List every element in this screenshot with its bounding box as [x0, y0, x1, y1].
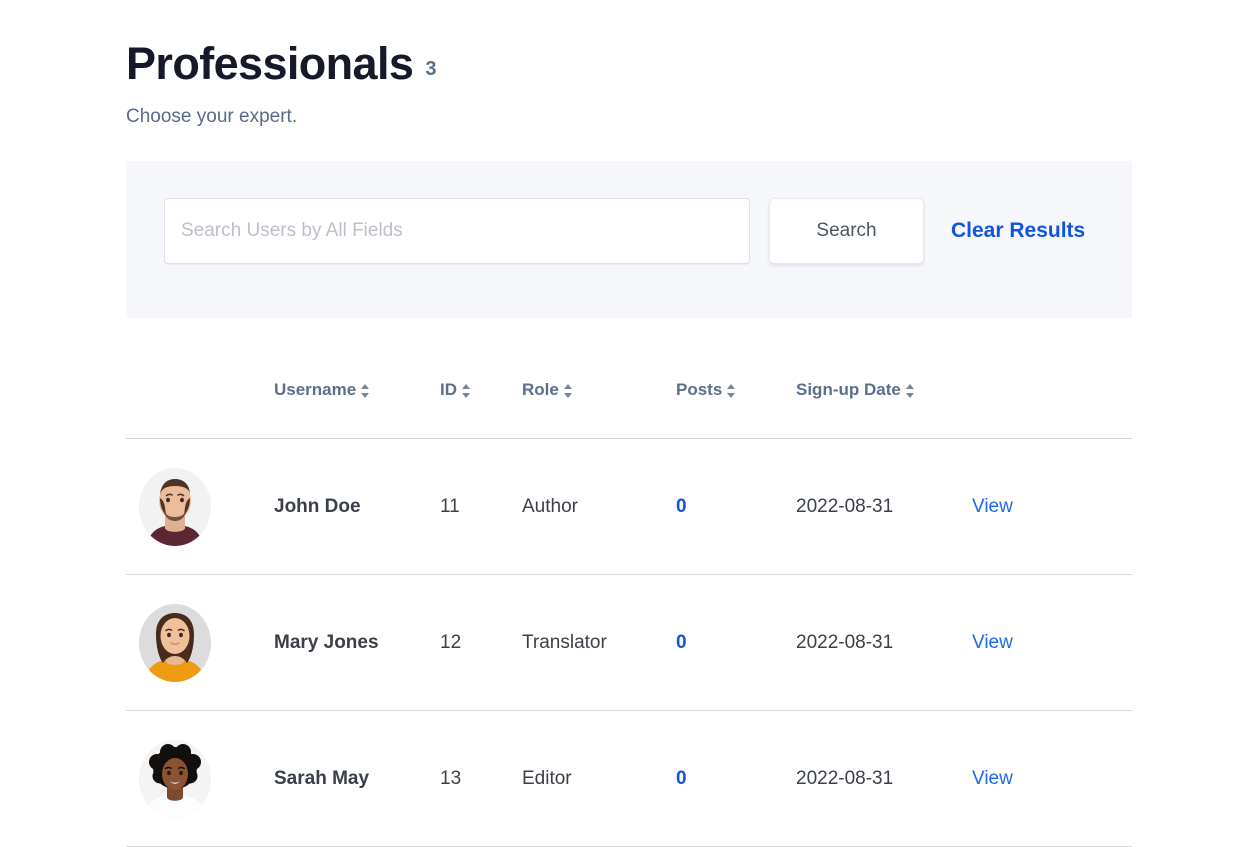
cell-username: Mary Jones [274, 574, 440, 711]
sort-arrows-icon [563, 384, 573, 398]
table-body: John Doe 11 Author 0 2022-08-31 View Mar… [126, 438, 1132, 847]
view-link[interactable]: View [972, 768, 1013, 789]
column-label-username: Username [274, 380, 357, 399]
cell-id: 13 [440, 710, 522, 847]
search-controls: Search Clear Results [164, 198, 1085, 264]
avatar-image [139, 603, 211, 682]
sort-arrows-icon [905, 384, 915, 398]
sort-arrows-icon [462, 384, 471, 398]
cell-avatar [126, 438, 274, 575]
users-table: Username ID Role Posts Sign-up Date John… [126, 360, 1132, 847]
cell-avatar [126, 710, 274, 847]
cell-signup-date: 2022-08-31 [796, 574, 972, 711]
sort-posts[interactable]: Posts [676, 380, 736, 400]
cell-action: View [972, 574, 1132, 711]
table-row: Sarah May 13 Editor 0 2022-08-31 View [126, 710, 1132, 847]
cell-action: View [972, 438, 1132, 575]
table-row: John Doe 11 Author 0 2022-08-31 View [126, 438, 1132, 575]
cell-signup-date: 2022-08-31 [796, 438, 972, 575]
column-header-action [972, 360, 1132, 439]
table-header-row: Username ID Role Posts Sign-up Date [126, 360, 1132, 439]
posts-link[interactable]: 0 [676, 632, 687, 653]
cell-posts: 0 [676, 574, 796, 711]
sort-arrows-icon [361, 384, 370, 398]
column-label-id: ID [440, 380, 457, 399]
search-button[interactable]: Search [769, 198, 924, 264]
sort-role[interactable]: Role [522, 380, 573, 400]
avatar-image [139, 739, 211, 818]
page-subtitle: Choose your expert. [126, 106, 298, 128]
search-panel: Search Clear Results [126, 161, 1132, 318]
sort-id[interactable]: ID [440, 380, 471, 400]
cell-avatar [126, 574, 274, 711]
table-row: Mary Jones 12 Translator 0 2022-08-31 Vi… [126, 574, 1132, 711]
user-count-badge: 3 [425, 58, 437, 80]
view-link[interactable]: View [972, 632, 1013, 653]
column-label-signup-date: Sign-up Date [796, 380, 901, 399]
avatar-image [139, 467, 211, 546]
clear-results-link[interactable]: Clear Results [951, 198, 1085, 264]
avatar-mary-jones [139, 603, 211, 682]
column-label-role: Role [522, 380, 559, 399]
avatar-john-doe [139, 467, 211, 546]
cell-id: 12 [440, 574, 522, 711]
column-header-role[interactable]: Role [522, 360, 676, 439]
professionals-page: Professionals 3 Choose your expert. Sear… [0, 0, 1253, 847]
cell-username: Sarah May [274, 710, 440, 847]
page-header: Professionals 3 Choose your expert. [126, 40, 1132, 130]
sort-signup-date[interactable]: Sign-up Date [796, 380, 915, 400]
column-header-username[interactable]: Username [274, 360, 440, 439]
sort-arrows-icon [727, 384, 736, 398]
table-header: Username ID Role Posts Sign-up Date [126, 360, 1132, 439]
cell-role: Author [522, 438, 676, 575]
cell-id: 11 [440, 438, 522, 575]
cell-posts: 0 [676, 438, 796, 575]
cell-signup-date: 2022-08-31 [796, 710, 972, 847]
column-header-signup-date[interactable]: Sign-up Date [796, 360, 972, 439]
page-title: Professionals [126, 38, 414, 89]
posts-link[interactable]: 0 [676, 496, 687, 517]
cell-role: Translator [522, 574, 676, 711]
posts-link[interactable]: 0 [676, 768, 687, 789]
view-link[interactable]: View [972, 496, 1013, 517]
column-label-posts: Posts [676, 380, 723, 399]
cell-posts: 0 [676, 710, 796, 847]
sort-username[interactable]: Username [274, 380, 370, 400]
title-row: Professionals 3 [126, 38, 1132, 89]
column-header-avatar [126, 360, 274, 439]
search-input[interactable] [164, 198, 750, 264]
column-header-id[interactable]: ID [440, 360, 522, 439]
cell-action: View [972, 710, 1132, 847]
cell-username: John Doe [274, 438, 440, 575]
cell-role: Editor [522, 710, 676, 847]
column-header-posts[interactable]: Posts [676, 360, 796, 439]
avatar-sarah-may [139, 739, 211, 818]
